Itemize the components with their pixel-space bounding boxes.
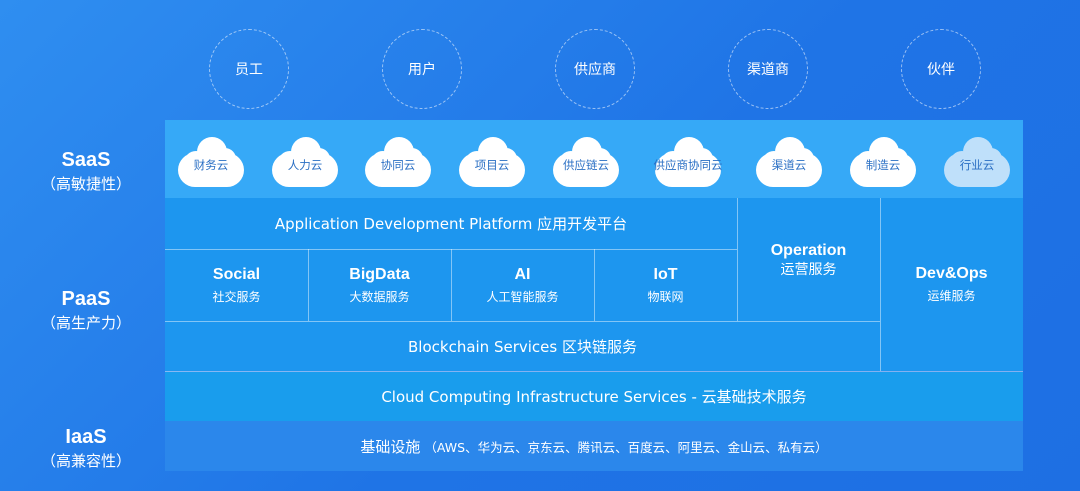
iot-sub: 物联网 bbox=[647, 289, 684, 304]
bigdata-cell: BigData 大数据服务 bbox=[308, 249, 451, 321]
cloud-icon: 人力云 bbox=[272, 137, 338, 187]
devops-cell: Dev&Ops 运维服务 bbox=[880, 198, 1023, 371]
divider bbox=[308, 249, 309, 321]
divider bbox=[451, 249, 452, 321]
divider bbox=[594, 249, 595, 321]
cloud-label: 供应商协同云 bbox=[653, 158, 723, 172]
cloud-label: 项目云 bbox=[474, 158, 510, 172]
cloud-label: 供应链云 bbox=[563, 158, 609, 172]
iaas-title: IaaS bbox=[65, 426, 107, 448]
ai-title: AI bbox=[514, 265, 531, 283]
cloud-label: 渠道云 bbox=[771, 158, 807, 172]
cloud-icon: 供应商协同云 bbox=[654, 137, 723, 187]
bigdata-sub: 大数据服务 bbox=[349, 289, 410, 304]
blockchain-label: Blockchain Services 区块链服务 bbox=[408, 337, 637, 356]
cloud-icon: 协同云 bbox=[365, 137, 431, 187]
divider bbox=[880, 198, 881, 371]
cloud-infrastructure-label: Cloud Computing Infrastructure Services … bbox=[381, 388, 807, 406]
role-label: 渠道商 bbox=[747, 62, 789, 78]
paas-layer-label: PaaS （高生产力） bbox=[30, 287, 142, 333]
role-label: 员工 bbox=[235, 62, 263, 78]
role-circle-user: 用户 bbox=[382, 29, 462, 109]
devops-sub: 运维服务 bbox=[927, 289, 976, 303]
iot-cell: IoT 物联网 bbox=[594, 249, 737, 321]
role-circle-supplier: 供应商 bbox=[555, 29, 635, 109]
cloud-infrastructure-band: Cloud Computing Infrastructure Services … bbox=[165, 372, 1023, 421]
iaas-main-label: 基础设施 bbox=[360, 437, 421, 456]
role-circle-employee: 员工 bbox=[209, 29, 289, 109]
saas-subtitle: （高敏捷性） bbox=[40, 175, 131, 193]
cloud-label: 制造云 bbox=[865, 158, 901, 172]
cloud-label: 人力云 bbox=[287, 158, 323, 172]
iaas-subtitle: （高兼容性） bbox=[40, 452, 131, 470]
bigdata-title: BigData bbox=[349, 265, 410, 283]
role-circle-channel: 渠道商 bbox=[728, 29, 808, 109]
social-title: Social bbox=[212, 265, 261, 283]
paas-subtitle: （高生产力） bbox=[40, 314, 131, 332]
cloud-icon: 财务云 bbox=[178, 137, 244, 187]
operation-cell: Operation 运营服务 bbox=[737, 198, 880, 321]
blockchain-cell: Blockchain Services 区块链服务 bbox=[165, 321, 880, 371]
app-platform-cell: Application Development Platform 应用开发平台 bbox=[165, 198, 737, 249]
ai-cell: AI 人工智能服务 bbox=[451, 249, 594, 321]
cloud-icon: 渠道云 bbox=[756, 137, 822, 187]
iaas-detail-label: （AWS、华为云、京东云、腾讯云、百度云、阿里云、金山云、私有云） bbox=[424, 439, 828, 455]
cloud-label: 行业云 bbox=[959, 158, 995, 172]
saas-title: SaaS bbox=[61, 149, 111, 171]
cloud-icon: 制造云 bbox=[850, 137, 916, 187]
cloud-label: 协同云 bbox=[380, 158, 416, 172]
divider bbox=[737, 198, 738, 321]
role-label: 供应商 bbox=[574, 62, 616, 78]
ai-sub: 人工智能服务 bbox=[486, 289, 559, 304]
paas-title: PaaS bbox=[61, 288, 111, 310]
cloud-icon: 行业云 bbox=[944, 137, 1010, 187]
saas-layer-label: SaaS （高敏捷性） bbox=[30, 148, 142, 194]
cloud-icon: 供应链云 bbox=[553, 137, 619, 187]
divider bbox=[165, 321, 880, 322]
devops-title: Dev&Ops bbox=[915, 265, 988, 282]
social-cell: Social 社交服务 bbox=[165, 249, 308, 321]
operation-sub: 运营服务 bbox=[780, 261, 837, 278]
iot-title: IoT bbox=[653, 265, 678, 283]
role-circle-partner: 伙伴 bbox=[901, 29, 981, 109]
iaas-layer-label: IaaS （高兼容性） bbox=[30, 425, 142, 471]
operation-title: Operation bbox=[770, 241, 847, 259]
social-sub: 社交服务 bbox=[212, 289, 261, 304]
role-label: 伙伴 bbox=[927, 62, 955, 78]
cloud-icon: 项目云 bbox=[459, 137, 525, 187]
app-platform-label: Application Development Platform 应用开发平台 bbox=[274, 215, 628, 233]
cloud-label: 财务云 bbox=[193, 158, 229, 172]
iaas-band: 基础设施 （AWS、华为云、京东云、腾讯云、百度云、阿里云、金山云、私有云） bbox=[165, 421, 1023, 471]
role-label: 用户 bbox=[408, 62, 436, 78]
